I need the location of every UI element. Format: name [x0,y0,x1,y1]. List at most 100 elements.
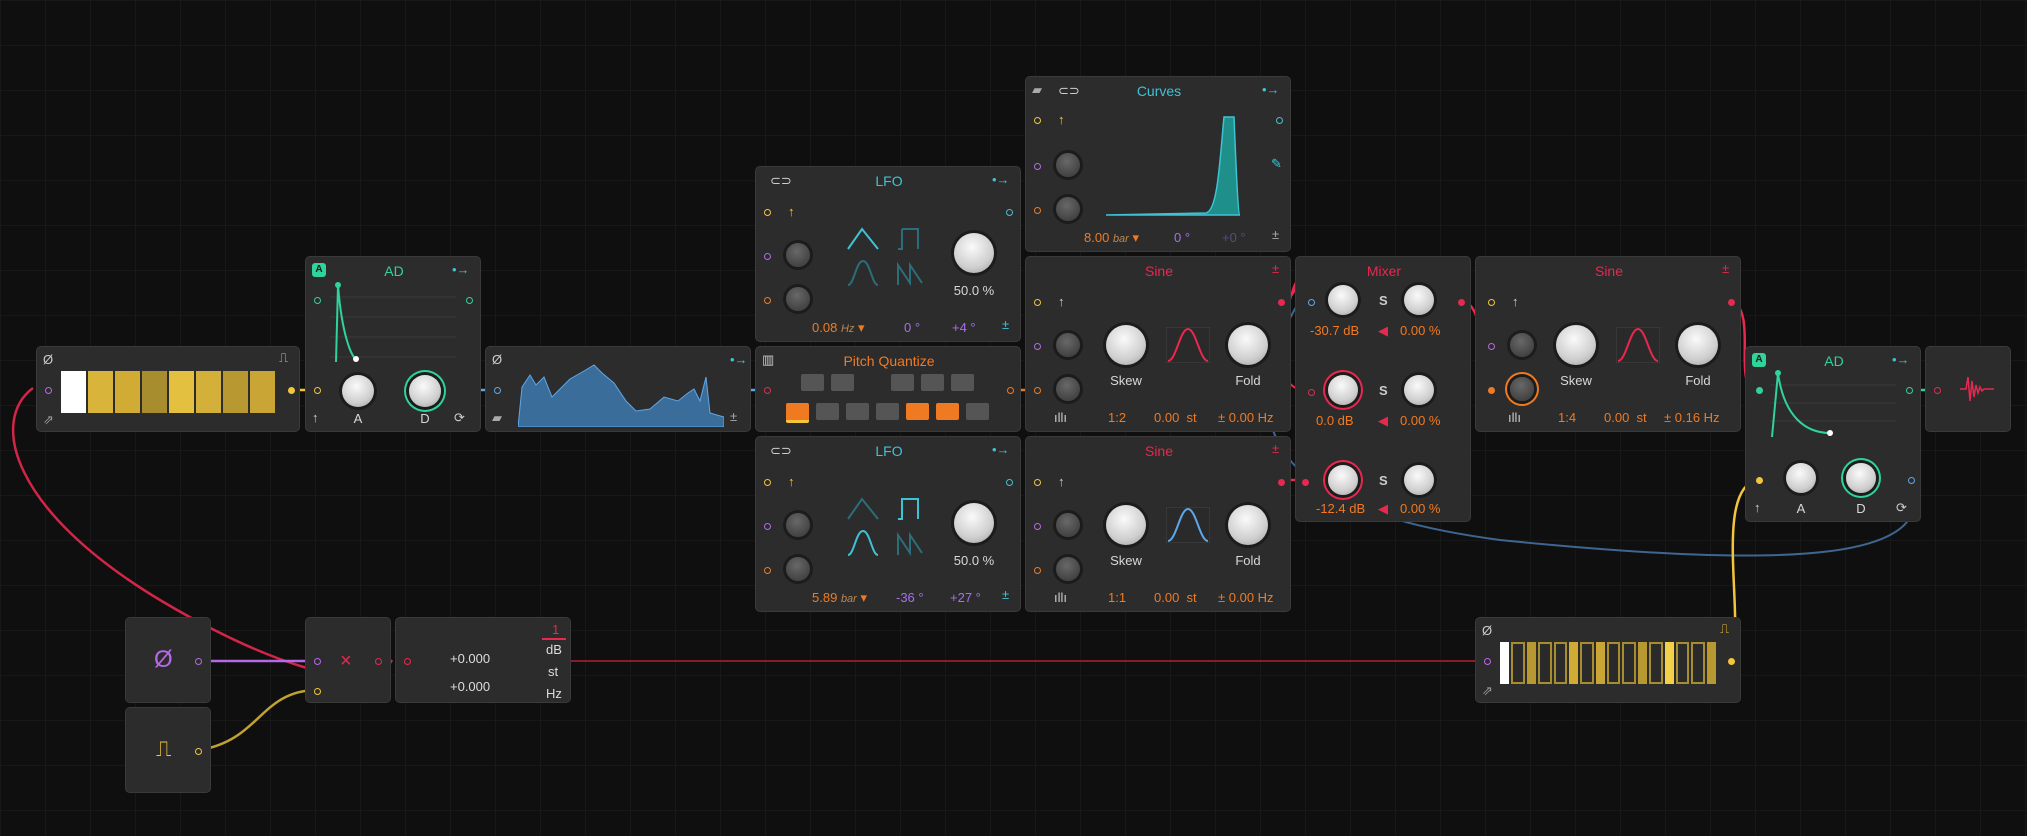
input-port-b[interactable] [314,688,321,695]
output-port[interactable] [1728,658,1735,665]
fm-knob[interactable] [1056,513,1080,537]
level-knob-1[interactable] [1328,285,1358,315]
offset-value[interactable]: 0.00 st [1154,590,1197,605]
solo-button-1[interactable]: S [1379,293,1388,308]
input-port-orange[interactable] [764,567,771,574]
retrigger-icon[interactable]: ↑ [788,205,795,218]
step[interactable] [1511,642,1525,684]
rate-knob[interactable] [1056,153,1080,177]
input-port-magenta[interactable] [1034,163,1041,170]
key-b[interactable] [966,403,989,420]
step-row[interactable] [61,371,275,413]
pitch-quantize[interactable]: ▥ Pitch Quantize [755,346,1021,432]
retrigger-icon[interactable]: ↑ [1058,113,1065,126]
input-port-yellow[interactable] [1034,117,1041,124]
solo-button-2[interactable]: S [1379,383,1388,398]
output-arrow-icon[interactable]: •→ [992,173,1010,186]
phase-knob[interactable] [1056,197,1080,221]
pan-knob-1[interactable] [1404,285,1434,315]
step[interactable] [88,371,113,413]
lfo-2[interactable]: ⊂⊃ LFO •→ ↑ 50.0 % 5.89 bar ▾ -36 ° +27 … [755,436,1021,612]
keyboard-icon[interactable]: ıllı [1508,411,1521,424]
input-port-orange[interactable] [764,297,771,304]
output-port[interactable] [195,748,202,755]
output-arrow-icon[interactable]: •→ [1892,353,1910,366]
gate-input-module[interactable]: ⎍ [125,707,211,793]
key-c-sharp[interactable] [801,374,824,391]
audio-output-icon[interactable] [1960,375,1996,403]
level-value-1[interactable]: -30.7 dB [1310,323,1359,338]
input-port-magenta[interactable] [1034,343,1041,350]
pan-value-1[interactable]: 0.00 % [1400,323,1440,338]
output-port[interactable] [1278,479,1285,486]
multiply-module[interactable]: × [305,617,391,703]
phase-reset-icon[interactable]: Ø [492,353,502,366]
output-port[interactable] [1007,387,1014,394]
step[interactable] [61,371,86,413]
pan-value-3[interactable]: 0.00 % [1400,501,1440,516]
hz-value[interactable]: ± 0.00 Hz [1218,410,1274,425]
fm-knob[interactable] [1510,333,1534,357]
skew-knob[interactable] [1106,325,1146,365]
input-port-yellow[interactable] [764,479,771,486]
retrigger-icon[interactable]: ↑ [788,475,795,488]
mixer-module[interactable]: Mixer S -30.7 dB ◀ 0.00 % S 0.0 dB ◀ 0.0… [1295,256,1471,522]
output-port[interactable] [1006,209,1013,216]
phase-reset-icon[interactable]: Ø [1482,624,1492,637]
input-port[interactable] [1934,387,1941,394]
loop-icon[interactable]: ⟳ [1896,501,1907,514]
retrigger-icon[interactable]: ↑ [1512,295,1519,308]
pan-value-2[interactable]: 0.00 % [1400,413,1440,428]
ad-envelope-1[interactable]: A AD •→ ↑ A D ⟳ [305,256,481,432]
step[interactable] [1526,642,1537,684]
output-port[interactable] [195,658,202,665]
step-row[interactable] [1500,642,1716,684]
output-port[interactable] [375,658,382,665]
input-port[interactable] [404,658,411,665]
step[interactable] [1568,642,1579,684]
step[interactable] [1595,642,1605,684]
trigger-port[interactable] [1756,477,1763,484]
gate-icon[interactable]: ⎍ [1720,622,1729,635]
input-port[interactable] [494,387,501,394]
fold-knob[interactable] [1228,505,1268,545]
level-value-3[interactable]: -12.4 dB [1316,501,1365,516]
output-arrow-icon[interactable]: •→ [730,353,748,366]
offset-value[interactable]: +4 ° [952,320,976,335]
cable-gold[interactable] [199,688,316,752]
unit-db[interactable]: dB [546,642,562,657]
input-port-yellow[interactable] [1034,299,1041,306]
rate-value[interactable]: 8.00 bar ▾ [1084,230,1139,246]
step[interactable] [1675,642,1690,684]
key-d-sharp[interactable] [831,374,854,391]
retrigger-icon[interactable]: ↑ [1754,501,1761,514]
sine-oscillator-3[interactable]: Sine ± ↑ ıllı Skew Fold 1:4 0.00 st ± 0.… [1475,256,1741,432]
loop-icon[interactable]: ⟳ [454,411,465,424]
ratio-value[interactable]: 1:1 [1108,590,1126,605]
key-f[interactable] [876,403,899,420]
unit-hz[interactable]: Hz [546,686,562,701]
step[interactable] [169,371,194,413]
plus-minus-icon[interactable]: ± [1002,587,1009,602]
step[interactable] [1706,642,1716,684]
solo-button-3[interactable]: S [1379,473,1388,488]
offset-value[interactable]: 0.00 st [1604,410,1647,425]
decay-knob[interactable] [1846,463,1876,493]
plus-minus-icon[interactable]: ± [1272,441,1279,456]
ad-envelope-2[interactable]: A AD •→ ↑ A D ⟳ [1745,346,1921,522]
key-d[interactable] [816,403,839,420]
output-arrow-icon[interactable]: •→ [452,263,470,276]
phase-knob[interactable] [786,557,810,581]
amount-knob[interactable] [954,503,994,543]
output-port[interactable] [1006,479,1013,486]
input-port-magenta[interactable] [764,253,771,260]
rate-knob[interactable] [786,243,810,267]
phase-value[interactable]: 0 ° [904,320,920,335]
sine-oscillator-2[interactable]: Sine ± ↑ ıllı Skew Fold 1:1 0.00 st ± 0.… [1025,436,1291,612]
key-a-sharp[interactable] [951,374,974,391]
phase-reset-icon[interactable]: Ø [43,353,53,366]
unit-st[interactable]: st [548,664,558,679]
note-input-module[interactable]: Ø [125,617,211,703]
plus-minus-icon[interactable]: ± [1272,261,1279,276]
pan-knob-2[interactable] [1404,375,1434,405]
